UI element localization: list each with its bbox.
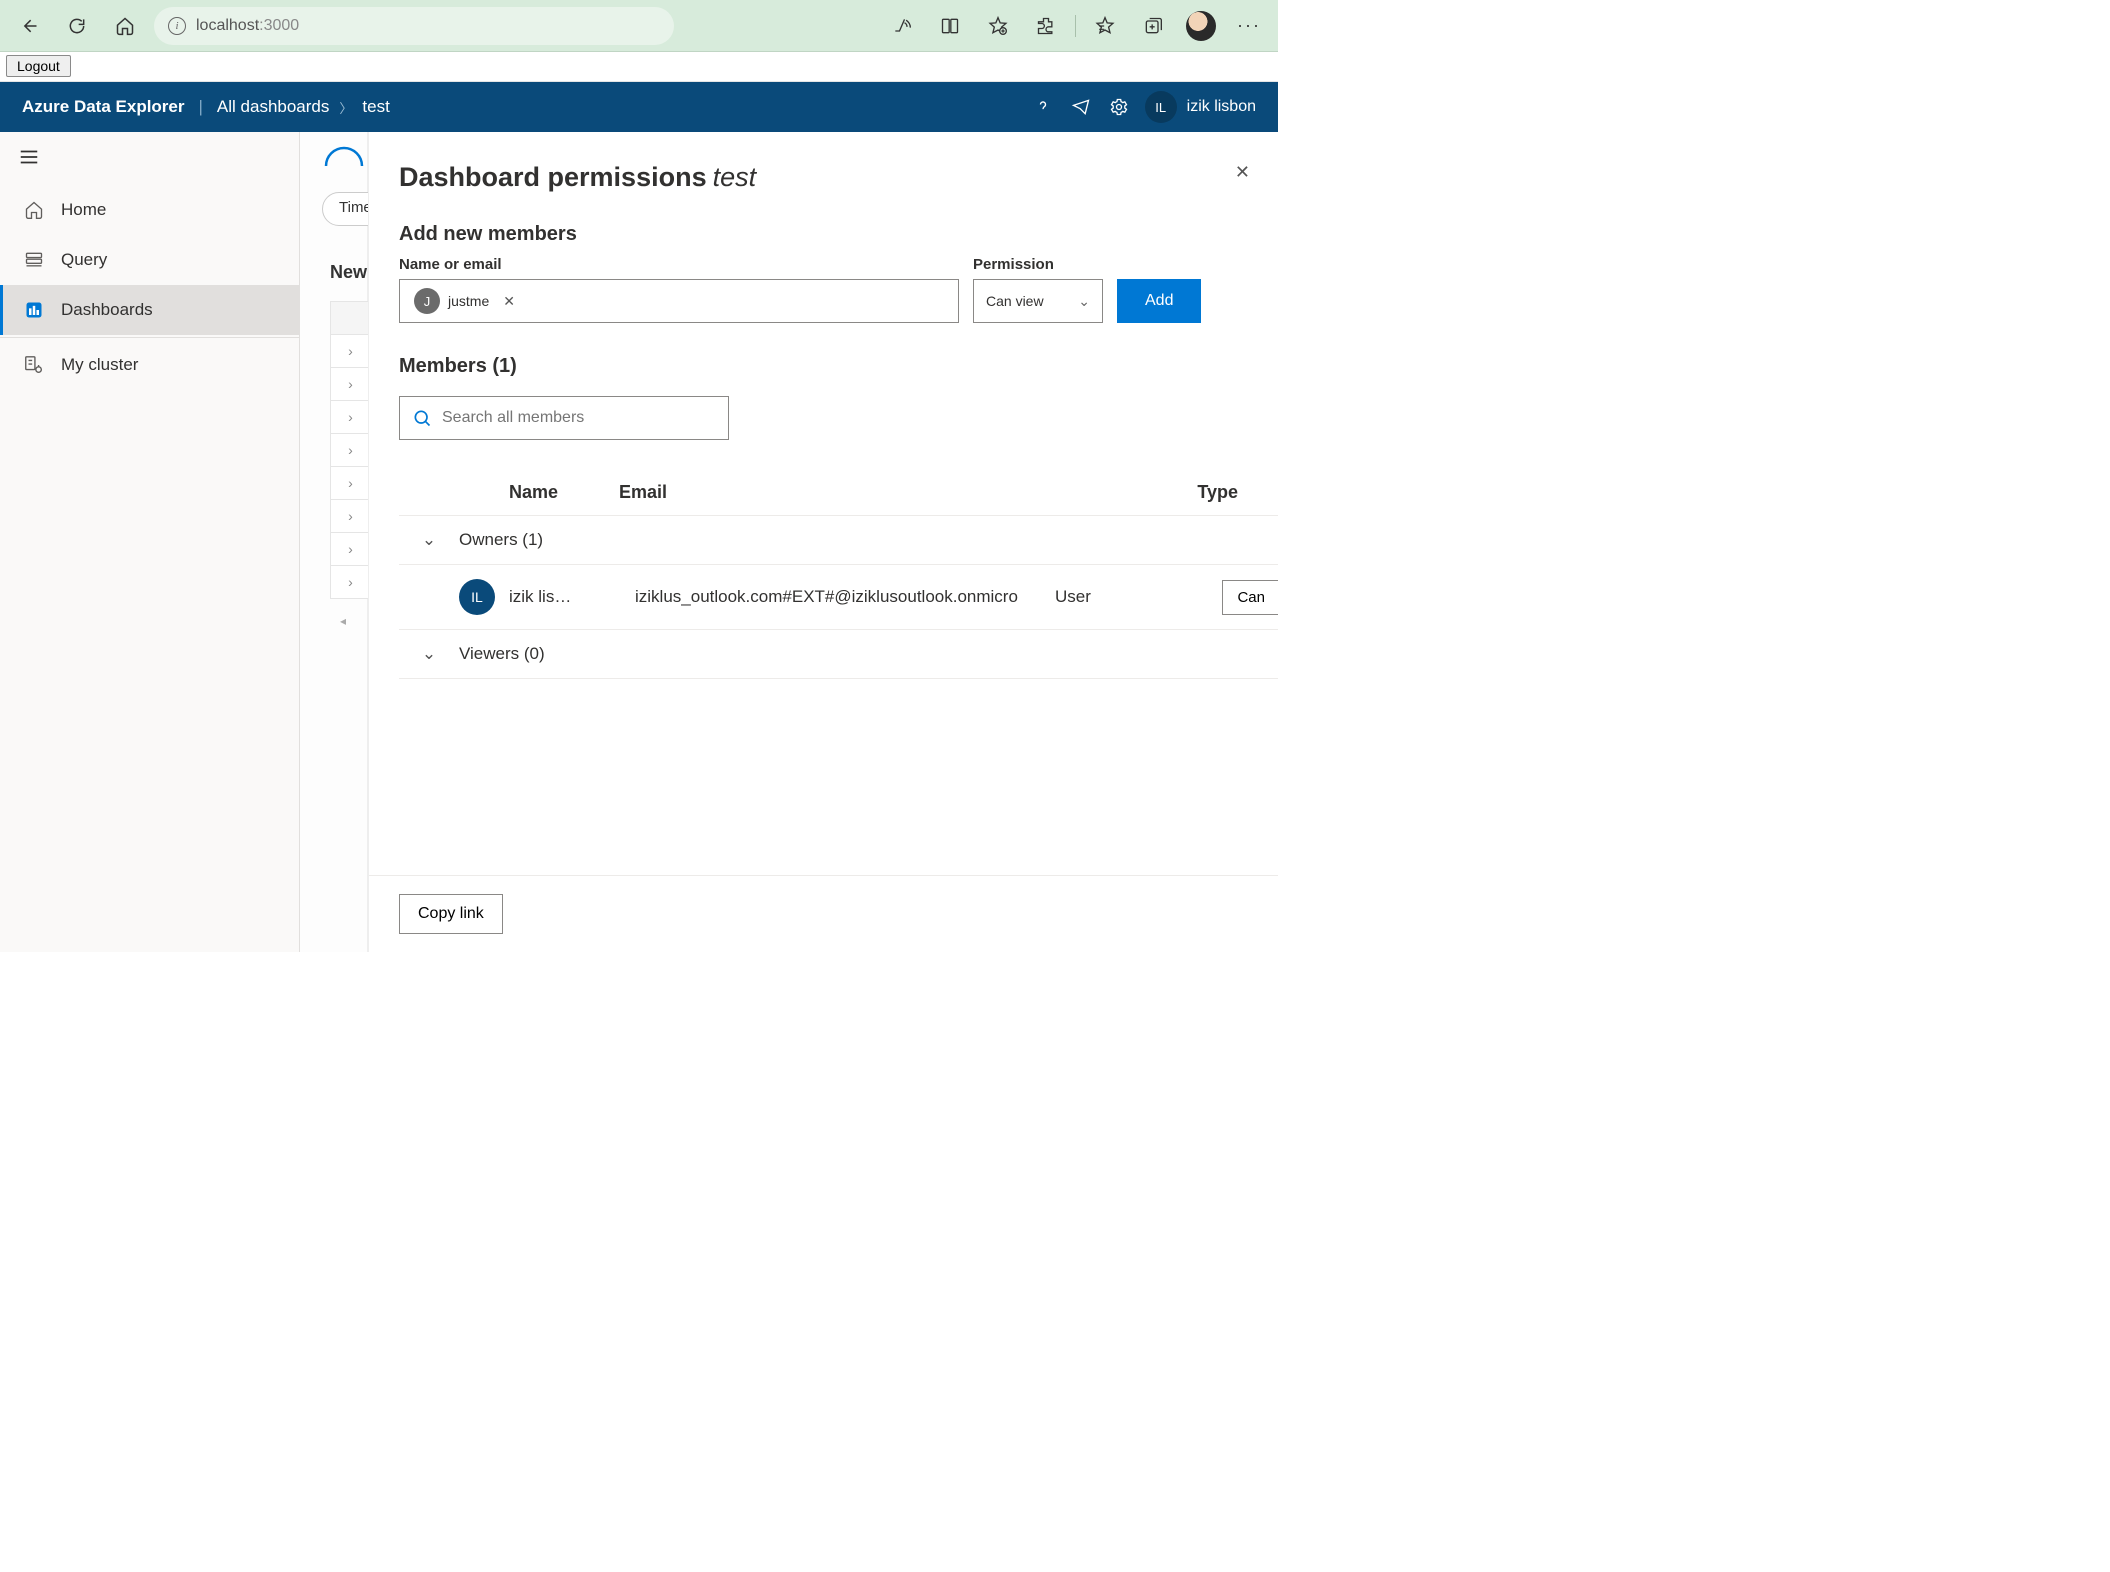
search-members-box[interactable] [399,396,729,440]
name-email-label: Name or email [399,256,959,273]
permission-label: Permission [973,256,1103,273]
expand-row-icon[interactable]: › [330,466,370,500]
back-icon[interactable] [10,7,48,45]
app-header: Azure Data Explorer | All dashboards 〉 t… [0,82,1278,132]
member-email: iziklus_outlook.com#EXT#@iziklusoutlook.… [635,587,1055,607]
dashboard-background: Time New › › › › › › › › ◂ [300,132,368,952]
member-name: izik lis… [509,587,595,607]
panel-footer: Copy link [369,875,1278,952]
help-icon[interactable] [1027,91,1059,123]
permissions-panel: Dashboard permissions test ✕ Add new mem… [368,132,1278,952]
loading-arc-icon [320,142,368,172]
permission-value: Can view [986,293,1044,309]
site-info-icon[interactable]: i [168,17,186,35]
add-members-heading: Add new members [399,223,1278,246]
chevron-down-icon[interactable]: ⌄ [399,530,459,550]
breadcrumb-current: test [362,97,389,117]
logout-button[interactable]: Logout [6,55,71,77]
tile-title: New [330,262,367,283]
favorites-icon[interactable] [1086,7,1124,45]
chip-avatar: J [414,288,440,314]
logout-strip: Logout [0,52,1278,82]
expand-row-icon[interactable]: › [330,433,370,467]
expand-row-icon[interactable]: › [330,499,370,533]
people-picker[interactable]: J justme ✕ [399,279,959,323]
breadcrumb-root[interactable]: All dashboards [217,97,329,117]
sidebar-item-my-cluster[interactable]: My cluster [0,340,299,390]
url-host: localhost [196,17,259,34]
copy-link-button[interactable]: Copy link [399,894,503,934]
user-avatar[interactable]: IL [1145,91,1177,123]
member-permission-button[interactable]: Can [1222,580,1278,615]
expand-row-icon[interactable]: › [330,532,370,566]
split-screen-icon[interactable] [931,7,969,45]
panel-title: Dashboard permissions [399,162,707,193]
sidebar-item-label: Home [61,200,106,220]
close-icon[interactable]: ✕ [1235,162,1250,183]
url-port: :3000 [259,17,299,34]
sidebar-item-home[interactable]: Home [0,185,299,235]
sidebar-item-label: Query [61,250,107,270]
expand-row-icon[interactable]: › [330,565,370,599]
main-area: Time New › › › › › › › › ◂ Dashboard per… [300,132,1278,952]
panel-title-dashboard: test [713,162,757,193]
table-stub: › › › › › › › › [330,302,370,599]
member-chip: J justme ✕ [406,284,529,318]
expand-row-icon[interactable]: › [330,367,370,401]
group-viewers[interactable]: ⌄ Viewers (0) [399,630,1278,679]
sidebar-item-query[interactable]: Query [0,235,299,285]
group-label: Viewers (0) [459,644,545,664]
col-name: Name [459,482,619,503]
remove-chip-icon[interactable]: ✕ [497,289,521,314]
search-icon [412,408,432,428]
profile-avatar[interactable] [1182,7,1220,45]
member-type: User [1055,587,1175,607]
col-type: Type [1039,482,1278,503]
brand-title: Azure Data Explorer [22,97,185,117]
more-icon[interactable]: ··· [1230,7,1268,45]
add-button[interactable]: Add [1117,279,1201,323]
scroll-left-icon[interactable]: ◂ [340,614,346,628]
sidebar-item-dashboards[interactable]: Dashboards [0,285,299,335]
settings-icon[interactable] [1103,91,1135,123]
query-icon [23,249,45,271]
read-aloud-icon[interactable] [883,7,921,45]
group-owners[interactable]: ⌄ Owners (1) [399,516,1278,565]
user-name: izik lisbon [1187,98,1256,116]
extensions-icon[interactable] [1027,7,1065,45]
chevron-down-icon: ⌄ [1078,293,1090,310]
home-icon [23,199,45,221]
sidebar: Home Query Dashboards My cluster [0,132,300,952]
feedback-icon[interactable] [1065,91,1097,123]
chevron-down-icon[interactable]: ⌄ [399,644,459,664]
address-bar[interactable]: i localhost:3000 [154,7,674,45]
search-input[interactable] [442,409,716,427]
app-body: Home Query Dashboards My cluster Time Ne… [0,132,1278,952]
chip-name: justme [448,293,489,309]
members-table: Name Email Type ⌄ Owners (1) IL izik lis… [399,470,1278,679]
member-row: IL izik lis… iziklus_outlook.com#EXT#@iz… [399,565,1278,630]
col-email: Email [619,482,1039,503]
member-avatar: IL [459,579,495,615]
hamburger-icon[interactable] [0,132,299,185]
expand-row-icon[interactable]: › [330,400,370,434]
sidebar-item-label: My cluster [61,355,138,375]
group-label: Owners (1) [459,530,543,550]
permission-select[interactable]: Can view ⌄ [973,279,1103,323]
members-heading: Members (1) [399,355,1278,378]
expand-row-icon[interactable]: › [330,334,370,368]
cluster-icon [23,354,45,376]
refresh-icon[interactable] [58,7,96,45]
sidebar-item-label: Dashboards [61,300,153,320]
dashboard-icon [23,299,45,321]
favorite-add-icon[interactable] [979,7,1017,45]
chevron-right-icon: 〉 [339,98,352,117]
browser-toolbar: i localhost:3000 ··· [0,0,1278,52]
collections-icon[interactable] [1134,7,1172,45]
table-header: Name Email Type [399,470,1278,516]
home-icon[interactable] [106,7,144,45]
